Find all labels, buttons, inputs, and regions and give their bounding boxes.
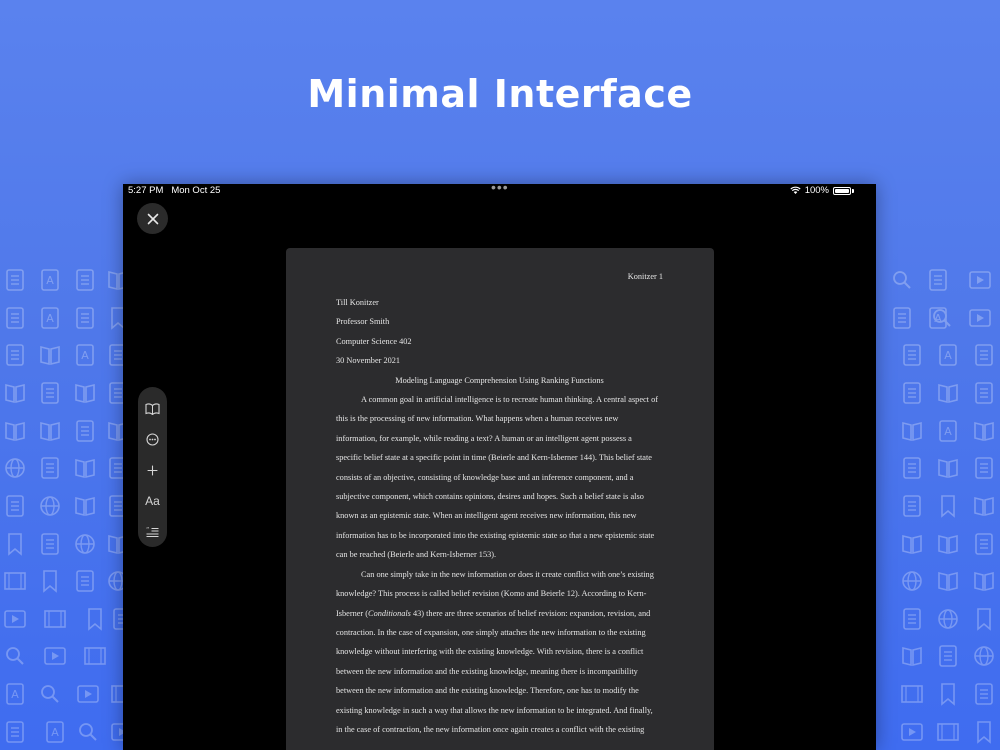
more-icon [146, 433, 159, 446]
library-button[interactable] [138, 394, 167, 425]
paragraph-line: information, for example, while reading … [336, 433, 632, 443]
status-bar: 5:27 PM Mon Oct 25 ••• 100% [123, 184, 876, 198]
close-icon [147, 213, 158, 224]
battery-tip [852, 188, 854, 193]
battery-icon [833, 186, 851, 195]
tablet-screen: 5:27 PM Mon Oct 25 ••• 100% Aa “ Konitze… [123, 184, 876, 750]
font-settings-button[interactable]: Aa [138, 486, 167, 517]
plus-icon [147, 465, 158, 476]
paragraph-line: known as an epistemic state. When an int… [336, 511, 637, 521]
author-name: Till Konitzer [336, 298, 379, 307]
background-icon-pattern-right [876, 262, 1000, 750]
multitask-dots[interactable]: ••• [491, 184, 509, 195]
paragraph-line: in the case of contraction, the new info… [336, 724, 645, 734]
paragraph-line: between the new information and the exis… [336, 686, 639, 696]
close-button[interactable] [137, 203, 168, 234]
paragraph-line: can be reached (Beierle and Kern-Isberne… [336, 550, 497, 560]
font-icon: Aa [145, 494, 160, 509]
page-header: Konitzer 1 [627, 272, 663, 281]
italic-title: Conditionals [368, 608, 411, 618]
text-run: Isberner ( [336, 608, 369, 618]
paragraph-line: this is the processing of new informatio… [336, 414, 619, 424]
add-button[interactable] [138, 455, 167, 486]
status-right: 100% [790, 185, 854, 196]
paragraph-line: subjective component, which contains opi… [336, 492, 644, 502]
side-toolbar: Aa “ [138, 387, 167, 547]
paragraph-line: Can one simply take in the new informati… [361, 569, 654, 579]
paragraph-line: knowledge? This process is called belief… [336, 589, 647, 599]
more-options-button[interactable] [138, 425, 167, 456]
document-date: 30 November 2021 [336, 356, 401, 366]
instructor-name: Professor Smith [336, 317, 390, 327]
quote-list-icon: “ [146, 526, 159, 537]
document-title: Modeling Language Comprehension Using Ra… [395, 375, 604, 385]
course-name: Computer Science 402 [336, 336, 412, 346]
paragraph-line: knowledge without interfering with the e… [336, 647, 644, 657]
paragraph-line: contraction. In the case of expansion, o… [336, 627, 646, 637]
headline: Minimal Interface [307, 72, 693, 116]
background-icon-pattern-left: A [0, 262, 125, 750]
wifi-icon [790, 186, 801, 194]
paragraph-line: information has to be incorporated into … [336, 530, 655, 540]
paragraph-line: between the new information and the exis… [336, 666, 638, 676]
paragraph-line: specific belief state at a specific poin… [336, 453, 652, 463]
text-run: 43) there are three scenarios of belief … [410, 608, 651, 618]
paragraph-line: consists of an objective, consisting of … [336, 472, 634, 482]
document-body: Till Konitzer Professor Smith Computer S… [336, 293, 663, 739]
paragraph-line: existing knowledge in such a way that al… [336, 705, 653, 715]
quotes-list-button[interactable]: “ [138, 516, 167, 547]
status-time: 5:27 PM Mon Oct 25 [128, 185, 221, 196]
paragraph-line: A common goal in artificial intelligence… [361, 395, 658, 405]
book-icon [145, 403, 160, 416]
svg-text:“: “ [146, 526, 149, 534]
battery-percent: 100% [804, 185, 829, 196]
paragraph-line: Isberner (Conditionals 43) there are thr… [336, 604, 663, 623]
document-page[interactable]: Konitzer 1 Till Konitzer Professor Smith… [286, 248, 714, 750]
